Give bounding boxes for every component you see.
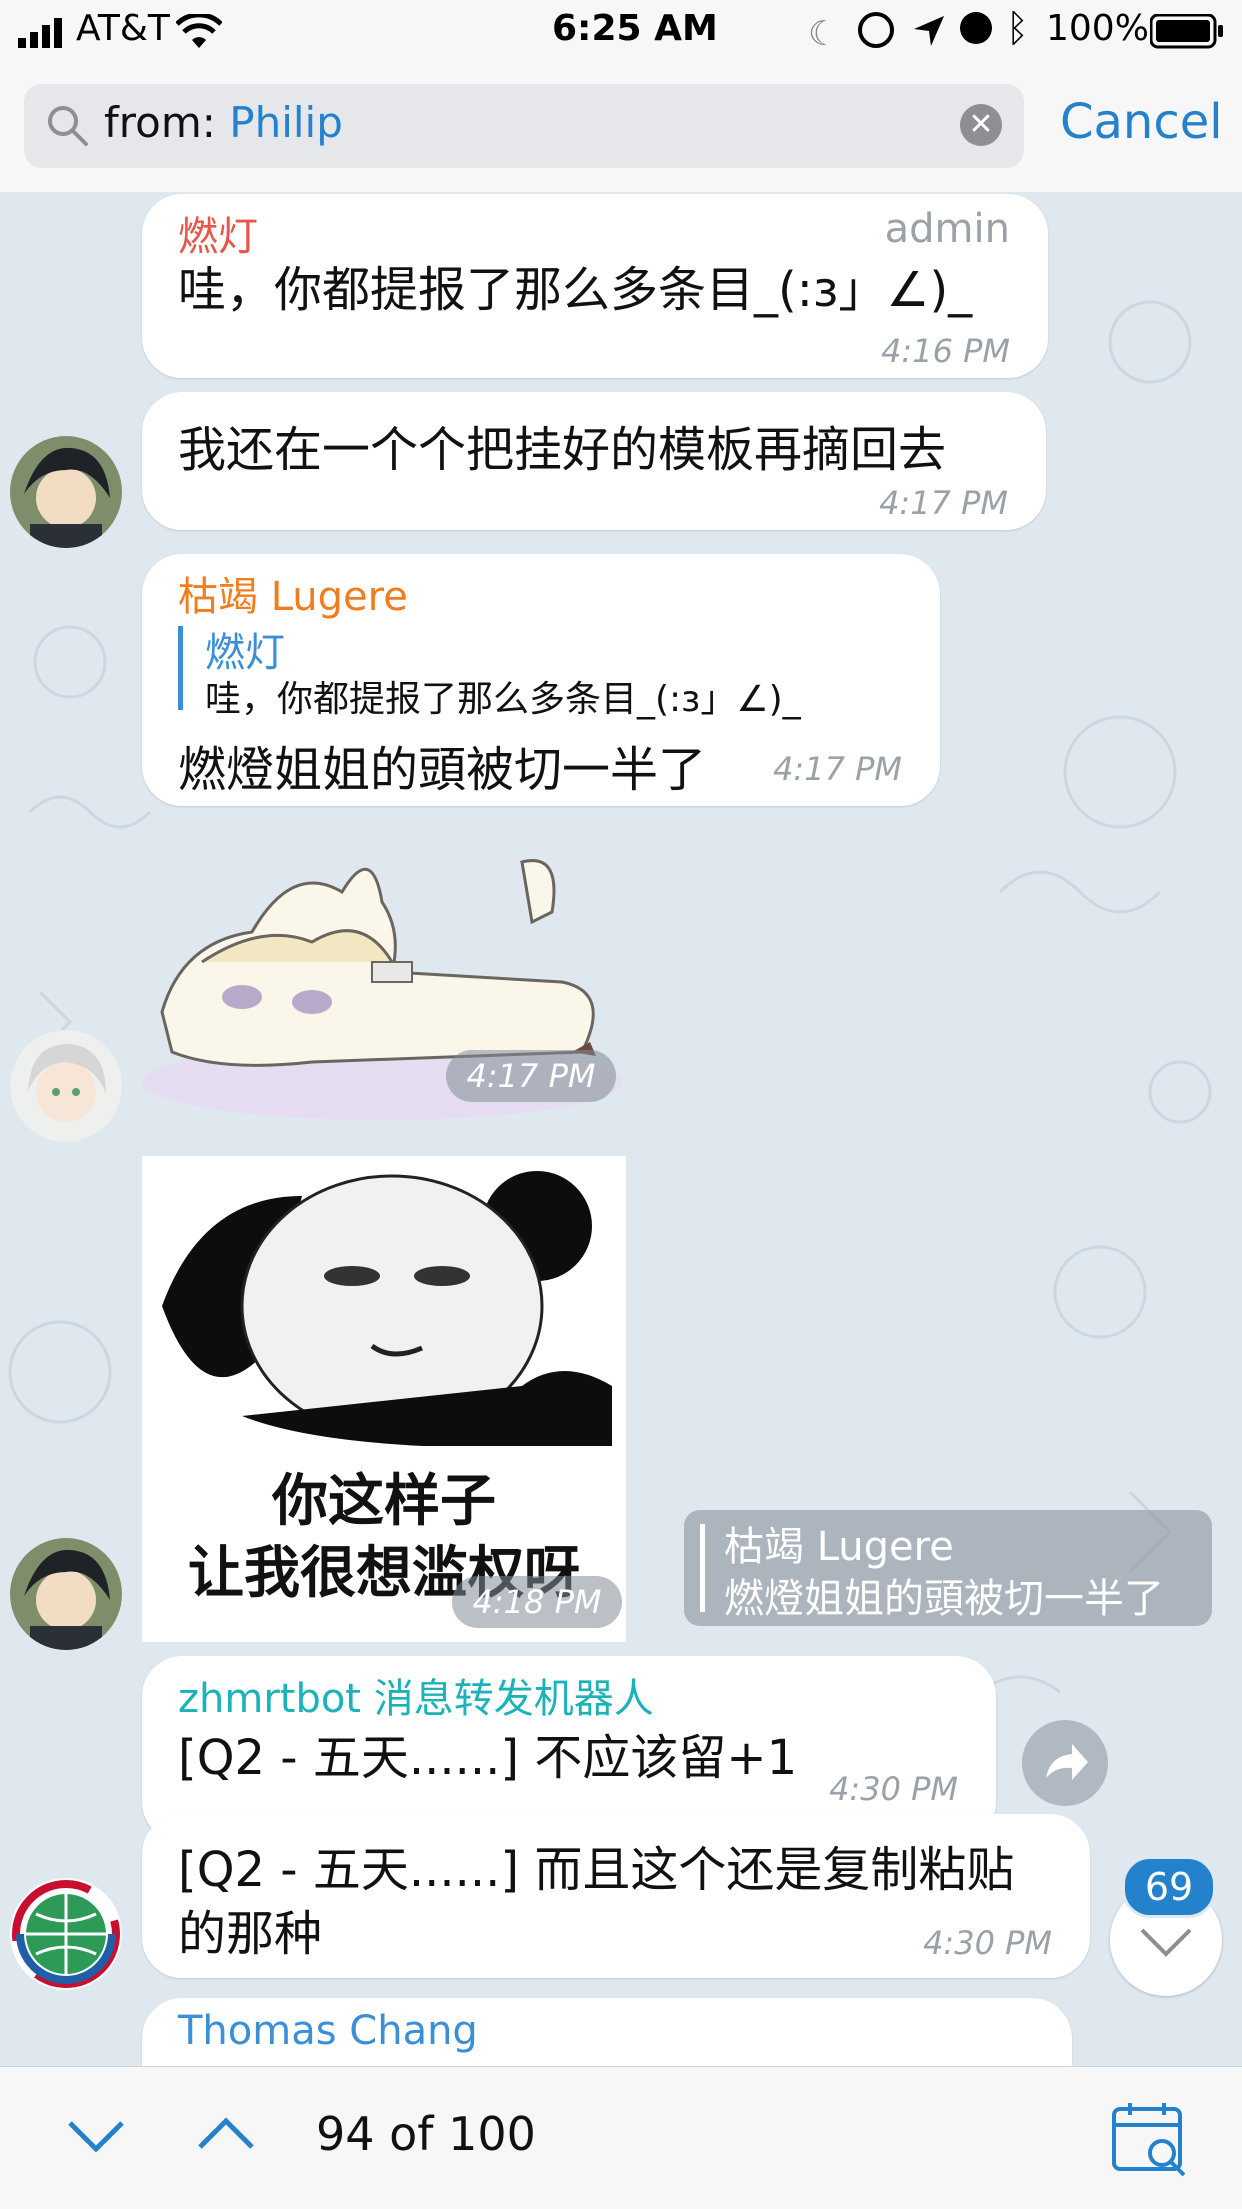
message-bubble[interactable]: Thomas Chang xyxy=(142,1998,1072,2066)
search-input[interactable]: from: Philip ✕ xyxy=(24,84,1024,168)
admin-badge: admin xyxy=(884,206,1010,252)
moon-icon: ☾ xyxy=(808,14,839,54)
search-bar: from: Philip ✕ Cancel xyxy=(0,64,1242,193)
message-time: 4:30 PM xyxy=(923,1924,1052,1962)
reply-sender: 枯竭 Lugere xyxy=(724,1524,954,1570)
avatar[interactable] xyxy=(10,436,122,548)
cancel-button[interactable]: Cancel xyxy=(1060,94,1223,150)
chevron-down-icon xyxy=(68,2121,124,2153)
sticker-image[interactable]: 4:17 PM xyxy=(142,822,622,1122)
search-query: from: Philip xyxy=(104,98,343,147)
status-bar: AT&T 6:25 AM ☾ ᛒ 100% xyxy=(0,0,1242,64)
message-text-line2: 的那种 xyxy=(178,1906,323,1962)
calendar-search-icon[interactable] xyxy=(1110,2099,1190,2183)
clock-label: 6:25 AM xyxy=(552,8,718,49)
search-term: Philip xyxy=(229,98,343,147)
bluetooth-icon: ᛒ xyxy=(1006,6,1029,50)
message-time: 4:16 PM xyxy=(881,332,1010,370)
chevron-up-icon xyxy=(198,2117,254,2149)
signal-icon xyxy=(18,18,70,48)
reply-text: 哇，你都提报了那么多条目_(:з」∠)_ xyxy=(205,679,801,720)
sender-name[interactable]: Thomas Chang xyxy=(178,2008,478,2054)
message-bubble[interactable]: 燃灯 admin 哇，你都提报了那么多条目_(:з」∠)_ 4:16 PM xyxy=(142,194,1048,378)
share-icon[interactable] xyxy=(1022,1720,1108,1806)
message-bubble[interactable]: 我还在一个个把挂好的模板再摘回去 4:17 PM xyxy=(142,392,1046,530)
carrier-label: AT&T xyxy=(76,8,170,49)
message-bubble[interactable]: 枯竭 Lugere 燃灯 哇，你都提报了那么多条目_(:з」∠)_ 燃燈姐姐的頭… xyxy=(142,554,940,806)
meme-caption-line1: 你这样子 xyxy=(272,1469,496,1534)
rotation-lock-icon xyxy=(858,12,894,48)
chat-area[interactable]: 燃灯 admin 哇，你都提报了那么多条目_(:з」∠)_ 4:16 PM 我还… xyxy=(0,192,1242,2066)
location-icon xyxy=(912,14,946,52)
search-icon xyxy=(46,104,90,152)
unread-count-badge[interactable]: 69 xyxy=(1122,1856,1216,1918)
chevron-down-icon xyxy=(1140,1928,1192,1957)
message-text-line1: [Q2 - 五天......] 而且这个还是复制粘贴 xyxy=(178,1842,1015,1898)
battery-icon xyxy=(1149,13,1224,50)
message-time: 4:17 PM xyxy=(446,1050,616,1102)
meme-image[interactable]: 你这样子 让我很想滥权呀 4:18 PM xyxy=(142,1156,626,1642)
message-bubble[interactable]: [Q2 - 五天......] 而且这个还是复制粘贴 的那种 4:30 PM xyxy=(142,1814,1090,1978)
sender-name[interactable]: 枯竭 Lugere xyxy=(178,564,408,622)
result-counter: 94 of 100 xyxy=(316,2107,536,2161)
message-time: 4:18 PM xyxy=(452,1576,622,1628)
message-text: 我还在一个个把挂好的模板再摘回去 xyxy=(178,422,947,478)
alarm-icon xyxy=(960,12,992,44)
message-text: 哇，你都提报了那么多条目_(:з」∠)_ xyxy=(178,262,973,318)
avatar[interactable] xyxy=(10,1030,122,1142)
search-prefix: from: xyxy=(104,98,230,147)
battery-percent: 100% xyxy=(1046,8,1149,49)
message-time: 4:17 PM xyxy=(773,750,902,788)
sender-name[interactable]: zhmrtbot 消息转发机器人 xyxy=(178,1666,654,1724)
message-text: 燃燈姐姐的頭被切一半了 xyxy=(178,742,707,798)
forwarded-reply-card[interactable]: 枯竭 Lugere 燃燈姐姐的頭被切一半了 xyxy=(684,1510,1212,1626)
reply-text: 燃燈姐姐的頭被切一半了 xyxy=(724,1576,1164,1622)
next-result-button[interactable] xyxy=(66,2117,126,2161)
reply-bar xyxy=(700,1524,705,1612)
message-text: [Q2 - 五天......] 不应该留+1 xyxy=(178,1730,798,1786)
reply-quote[interactable]: 燃灯 哇，你都提报了那么多条目_(:з」∠)_ xyxy=(178,626,903,720)
avatar[interactable] xyxy=(10,1878,122,1990)
search-results-toolbar: 94 of 100 xyxy=(0,2066,1242,2209)
clear-search-icon[interactable]: ✕ xyxy=(960,104,1002,146)
previous-result-button[interactable] xyxy=(196,2113,256,2157)
avatar[interactable] xyxy=(10,1538,122,1650)
message-time: 4:17 PM xyxy=(879,484,1008,522)
message-time: 4:30 PM xyxy=(829,1770,958,1808)
wifi-icon xyxy=(175,12,223,50)
